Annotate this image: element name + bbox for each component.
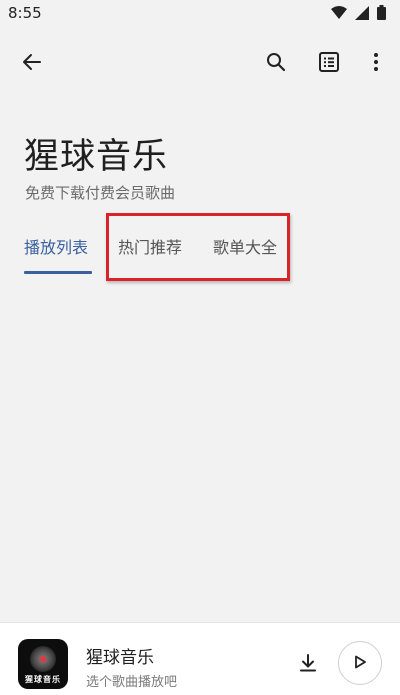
search-icon[interactable]: [258, 40, 294, 84]
play-icon: [354, 654, 366, 673]
highlight-annotation-box: [106, 213, 290, 281]
mini-player[interactable]: 猩球音乐 猩球音乐 选个歌曲播放吧: [0, 623, 400, 695]
status-bar: 8:55: [0, 0, 400, 28]
more-vert-icon[interactable]: [358, 40, 394, 84]
player-title: 猩球音乐: [86, 648, 154, 668]
download-icon[interactable]: [294, 649, 322, 677]
page-subtitle: 免费下载付费会员歌曲: [25, 184, 176, 202]
active-tab-indicator: [24, 271, 92, 274]
playlist-content: [0, 290, 400, 620]
status-time: 8:55: [8, 4, 42, 22]
album-art-label: 猩球音乐: [25, 675, 61, 684]
wifi-icon: [331, 5, 347, 24]
list-view-icon[interactable]: [311, 40, 347, 84]
vinyl-disc-icon: [30, 646, 56, 672]
page-title: 猩球音乐: [24, 137, 169, 177]
battery-icon: [377, 5, 386, 24]
app-bar: [0, 40, 400, 84]
play-button[interactable]: [338, 641, 382, 685]
status-icons: [331, 5, 386, 24]
back-arrow-icon[interactable]: [14, 40, 50, 84]
album-art: 猩球音乐: [18, 639, 68, 689]
tab-playlist[interactable]: 播放列表: [24, 232, 88, 272]
player-subtitle: 选个歌曲播放吧: [86, 675, 178, 690]
signal-icon: [355, 5, 369, 24]
